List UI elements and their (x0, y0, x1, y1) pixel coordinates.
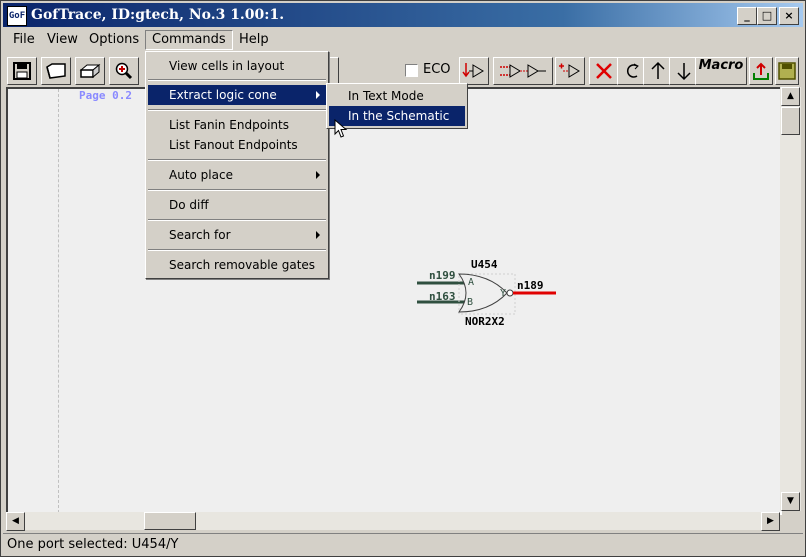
eco-label: ECO (423, 62, 451, 77)
page-boundary (58, 89, 59, 513)
vertical-scroll-thumb[interactable] (781, 107, 800, 135)
mouse-cursor-icon (334, 119, 348, 138)
submenu-arrow-icon (316, 231, 320, 239)
app-icon[interactable]: GoF (7, 6, 27, 26)
input-net-label-a[interactable]: n199 (429, 269, 456, 282)
minimize-button[interactable]: _ (737, 7, 757, 25)
pin-b-label: B (467, 297, 473, 308)
menu-separator (148, 189, 326, 191)
app-window: GoF GofTrace, ID:gtech, No.3 1.00:1. _ □… (0, 0, 806, 557)
green-floppy-icon (778, 62, 796, 80)
gate-cell-name: NOR2X2 (465, 315, 505, 328)
menu-item-list-fanout-endpoints[interactable]: List Fanout Endpoints (148, 135, 326, 155)
menu-item-extract-logic-cone[interactable]: Extract logic cone (148, 85, 326, 105)
menu-view[interactable]: View (41, 31, 84, 49)
status-bar: One port selected: U454/Y (3, 533, 803, 555)
menu-separator (148, 159, 326, 161)
menu-item-search-removable-gates[interactable]: Search removable gates (148, 255, 326, 275)
save-tool[interactable] (7, 57, 37, 85)
gate-output-bubble (506, 289, 514, 297)
macro-button[interactable]: Macro (695, 57, 747, 85)
export-tool[interactable] (749, 57, 773, 85)
menu-options[interactable]: Options (83, 31, 145, 49)
submenu-arrow-icon (316, 171, 320, 179)
printer-icon (79, 63, 101, 79)
scroll-left-button[interactable]: ◀ (6, 512, 25, 531)
folder-open-icon (46, 63, 66, 79)
trace-chain-tool[interactable] (493, 57, 553, 85)
schematic-canvas[interactable]: Page 0.2 (6, 87, 782, 515)
menu-separator (148, 79, 326, 81)
gate-instance-name: U454 (471, 258, 498, 271)
arrow-down-icon (677, 63, 691, 81)
scroll-down-button[interactable]: ▼ (781, 492, 800, 511)
menu-separator (148, 249, 326, 251)
arrow-up-icon (651, 61, 665, 79)
rotate-icon (627, 63, 639, 78)
menu-item-view-cells-in-layout[interactable]: View cells in layout (148, 56, 326, 76)
export-up-icon (753, 62, 769, 80)
submenu-item-in-the-schematic[interactable]: In the Schematic (329, 106, 465, 126)
page-label: Page 0.2 (79, 89, 132, 102)
menu-file[interactable]: File (7, 31, 41, 49)
menu-separator (148, 109, 326, 111)
scroll-up-button[interactable]: ▲ (781, 87, 800, 106)
pin-a-label: A (468, 277, 474, 288)
title-bar[interactable]: GoF GofTrace, ID:gtech, No.3 1.00:1. _ □… (3, 3, 803, 27)
pin-y-label: Y (500, 288, 506, 299)
eco-checkbox[interactable] (405, 64, 418, 77)
horizontal-scrollbar[interactable]: ◀ ▶ (6, 512, 780, 531)
print-tool[interactable] (75, 57, 105, 85)
menu-separator (148, 219, 326, 221)
vertical-scrollbar[interactable]: ▲ ▼ (780, 87, 801, 511)
floppy-icon (13, 62, 31, 80)
menu-bar: File View Options Commands Help (3, 29, 803, 51)
commands-dropdown: View cells in layout Extract logic cone … (145, 51, 329, 279)
toolbar: ECO Macro (3, 55, 803, 85)
zoom-in-tool[interactable] (109, 57, 139, 85)
close-button[interactable]: × (779, 7, 799, 25)
gate-chain-icon (500, 64, 546, 78)
add-gate-icon (559, 63, 580, 78)
menu-commands[interactable]: Commands (145, 30, 233, 50)
menu-item-do-diff[interactable]: Do diff (148, 195, 326, 215)
menu-item-list-fanin-endpoints[interactable]: List Fanin Endpoints (148, 115, 326, 135)
menu-help[interactable]: Help (233, 31, 275, 49)
save-green-tool[interactable] (775, 57, 799, 85)
maximize-button[interactable]: □ (757, 7, 777, 25)
trace-down-icon (462, 63, 484, 78)
zoom-in-icon (115, 62, 133, 80)
horizontal-scroll-thumb[interactable] (144, 512, 196, 530)
menu-item-auto-place[interactable]: Auto place (148, 165, 326, 185)
delete-tool[interactable] (589, 57, 619, 85)
window-title: GofTrace, ID:gtech, No.3 1.00:1. (31, 7, 285, 23)
submenu-item-in-text-mode[interactable]: In Text Mode (329, 86, 465, 106)
red-x-icon (596, 63, 612, 79)
menu-item-search-for[interactable]: Search for (148, 225, 326, 245)
scroll-right-button[interactable]: ▶ (761, 512, 780, 531)
submenu-arrow-icon (316, 91, 320, 99)
add-gate-tool[interactable] (555, 57, 585, 85)
open-tool[interactable] (41, 57, 71, 85)
status-text: One port selected: U454/Y (7, 537, 179, 552)
output-net-label[interactable]: n189 (517, 279, 544, 292)
trace-down-tool[interactable] (459, 57, 489, 85)
nor-gate-symbol[interactable]: U454 n199 n163 A B Y n189 NOR2X2 (411, 256, 571, 336)
